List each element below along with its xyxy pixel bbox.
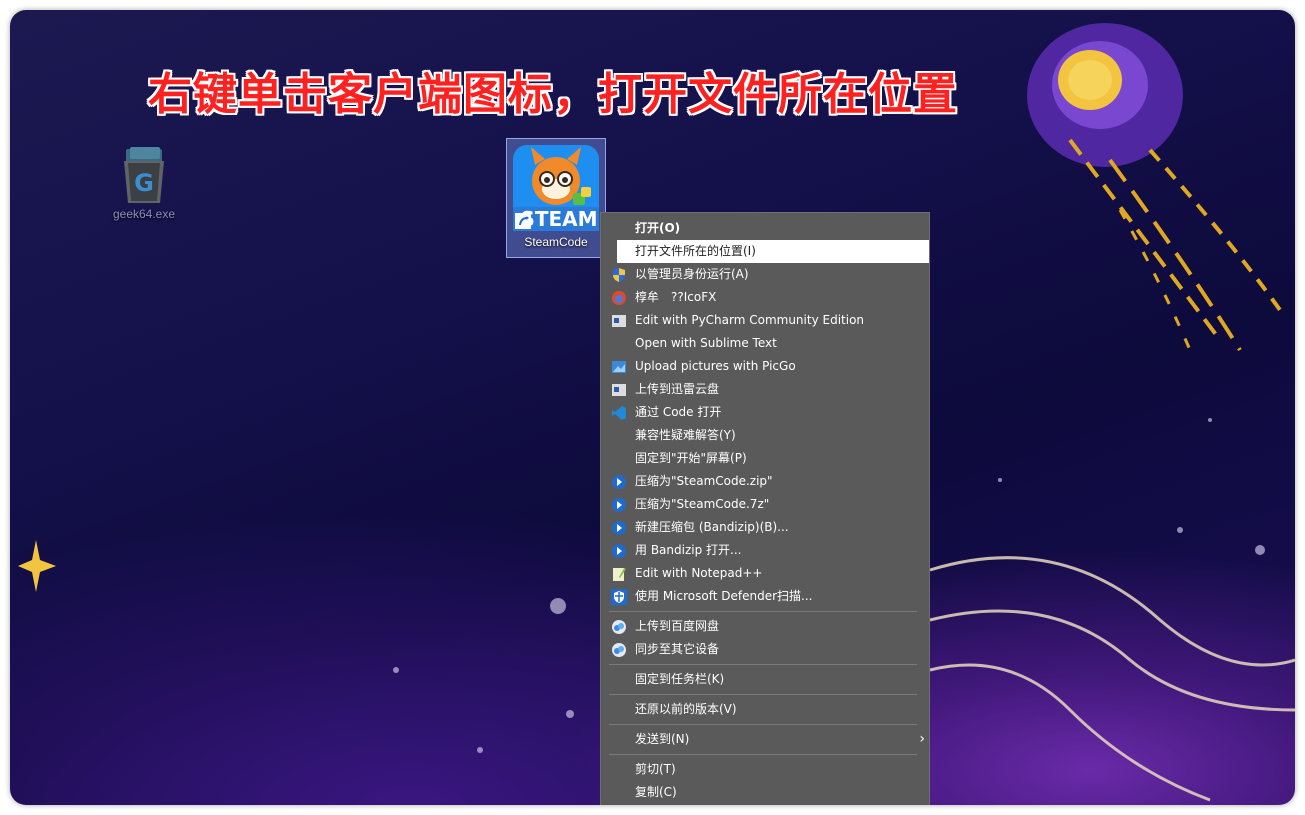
icofx-icon	[612, 291, 626, 305]
menu-item-copy[interactable]: 复制(C)	[601, 781, 929, 804]
menu-item-defender-scan[interactable]: 使用 Microsoft Defender扫描...	[601, 585, 929, 608]
menu-item-edit-notepadpp[interactable]: Edit with Notepad++	[601, 562, 929, 585]
menu-item-upload-baidu[interactable]: 上传到百度网盘	[601, 615, 929, 638]
baidu-netdisk-icon	[612, 643, 626, 657]
desktop-icon-label: SteamCode	[524, 235, 588, 249]
vscode-icon	[612, 406, 626, 420]
chevron-right-icon: ›	[919, 731, 925, 747]
baidu-netdisk-icon	[612, 620, 626, 634]
menu-item-send-to[interactable]: 发送到(N) ›	[601, 728, 929, 751]
steam-fox-app-icon: STEAM	[513, 145, 599, 231]
menu-item-open[interactable]: 打开(O)	[601, 217, 929, 240]
bandizip-icon	[612, 498, 626, 512]
menu-separator	[609, 611, 917, 612]
picgo-icon	[612, 361, 626, 373]
menu-item-pin-to-start[interactable]: 固定到"开始"屏幕(P)	[601, 447, 929, 470]
context-menu: 打开(O) 打开文件所在的位置(I) 以管理员身份运行(A) 椁牟 ??IcoF…	[600, 212, 930, 805]
bandizip-icon	[612, 521, 626, 535]
menu-item-run-as-admin[interactable]: 以管理员身份运行(A)	[601, 263, 929, 286]
desktop-icon-steamcode[interactable]: STEAM SteamCode	[506, 138, 606, 258]
desktop-icon-geek64[interactable]: G geek64.exe	[98, 145, 190, 221]
planet-decoration	[1027, 23, 1282, 352]
menu-item-cut[interactable]: 剪切(T)	[601, 758, 929, 781]
shield-icon	[613, 268, 625, 282]
notepadpp-icon	[613, 568, 626, 581]
star-decoration	[18, 540, 56, 592]
menu-item-upload-picgo[interactable]: Upload pictures with PicGo	[601, 355, 929, 378]
svg-text:G: G	[134, 169, 154, 197]
menu-item-compat-troubleshoot[interactable]: 兼容性疑难解答(Y)	[601, 424, 929, 447]
menu-item-compress-7z[interactable]: 压缩为"SteamCode.7z"	[601, 493, 929, 516]
xunlei-icon	[612, 384, 626, 396]
menu-item-open-with-vscode[interactable]: 通过 Code 打开	[601, 401, 929, 424]
menu-item-open-sublime[interactable]: Open with Sublime Text	[601, 332, 929, 355]
menu-item-sync-devices[interactable]: 同步至其它设备	[601, 638, 929, 661]
bandizip-icon	[612, 475, 626, 489]
desktop-icon-label: geek64.exe	[112, 207, 176, 221]
defender-icon	[611, 589, 627, 605]
menu-item-open-file-location[interactable]: 打开文件所在的位置(I)	[617, 240, 929, 263]
desktop-screenshot-frame: 右键单击客户端图标，打开文件所在位置 G geek64.exe STEAM St…	[10, 10, 1295, 805]
pycharm-icon	[612, 315, 626, 327]
menu-item-pin-taskbar[interactable]: 固定到任务栏(K)	[601, 668, 929, 691]
menu-item-icofx[interactable]: 椁牟 ??IcoFX	[601, 286, 929, 309]
menu-item-xunlei-cloud[interactable]: 上传到迅雷云盘	[601, 378, 929, 401]
menu-item-open-with-bandizip[interactable]: 用 Bandizip 打开...	[601, 539, 929, 562]
instruction-banner: 右键单击客户端图标，打开文件所在位置	[148, 69, 958, 120]
bandizip-icon	[612, 544, 626, 558]
menu-item-edit-pycharm[interactable]: Edit with PyCharm Community Edition	[601, 309, 929, 332]
recycle-bin-style-app-icon: G	[124, 147, 164, 203]
wave-lines-decoration	[929, 556, 1295, 802]
menu-separator	[609, 664, 917, 665]
menu-separator	[609, 754, 917, 755]
menu-item-compress-zip[interactable]: 压缩为"SteamCode.zip"	[601, 470, 929, 493]
menu-item-restore-versions[interactable]: 还原以前的版本(V)	[601, 698, 929, 721]
steam-badge-text: STEAM	[520, 207, 597, 231]
menu-separator	[609, 694, 917, 695]
menu-item-new-archive-bandizip[interactable]: 新建压缩包 (Bandizip)(B)...	[601, 516, 929, 539]
menu-separator	[609, 724, 917, 725]
